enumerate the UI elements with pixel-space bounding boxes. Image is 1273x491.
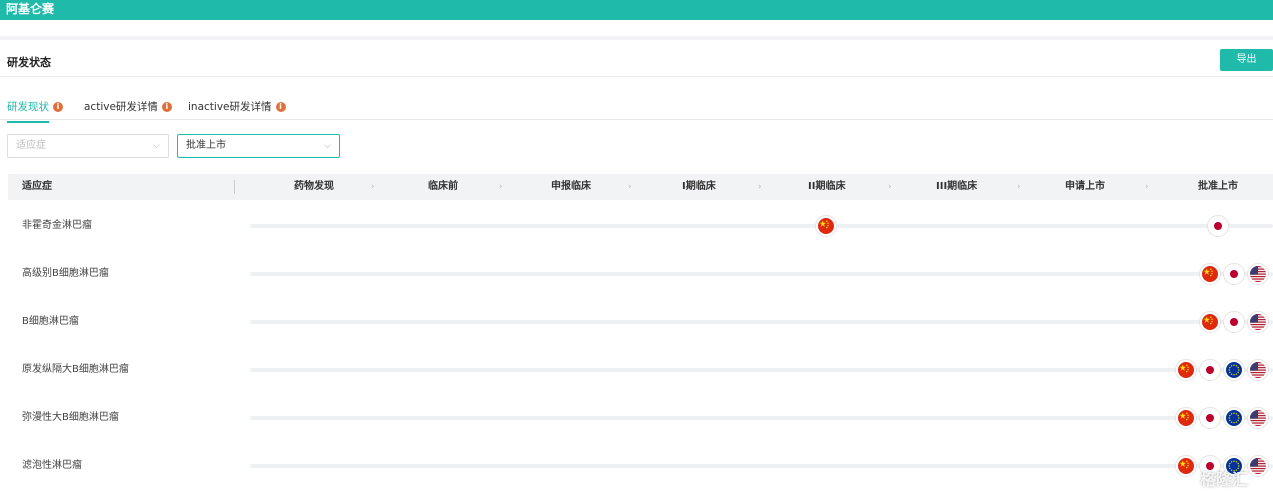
jp-flag-icon[interactable] — [1208, 216, 1228, 236]
chevron-right-icon: › — [758, 182, 762, 192]
indication-select[interactable]: 适应症 ⌵ — [7, 134, 169, 158]
stage-track — [250, 224, 1273, 228]
info-icon[interactable]: i — [275, 101, 286, 112]
us-flag-icon[interactable] — [1248, 408, 1268, 428]
tab-active-details[interactable]: active研发详情 i — [84, 99, 172, 114]
table-row: 非霍奇金淋巴瘤 — [8, 202, 1273, 250]
column-header-stage: I期临床 — [682, 181, 716, 192]
export-button[interactable]: 导出 — [1220, 49, 1273, 71]
indication-label[interactable]: 高级别B细胞淋巴瘤 — [22, 250, 109, 298]
indication-label[interactable]: B细胞淋巴瘤 — [22, 298, 79, 346]
table-row: 高级别B细胞淋巴瘤 — [8, 250, 1273, 298]
chevron-right-icon: › — [371, 182, 375, 192]
stage-select[interactable]: 批准上市 ⌵ — [177, 134, 340, 158]
chevron-down-icon: ⌵ — [153, 141, 160, 151]
stage-track — [250, 368, 1273, 372]
tab-inactive-details[interactable]: inactive研发详情 i — [188, 99, 286, 114]
column-divider — [234, 180, 235, 194]
us-flag-icon[interactable] — [1248, 456, 1268, 476]
stage-track — [250, 416, 1273, 420]
eu-flag-icon[interactable] — [1224, 408, 1244, 428]
app-title: 阿基仑赛 — [6, 2, 55, 16]
stage-track — [250, 272, 1273, 276]
table-row: 原发纵隔大B细胞淋巴瘤 — [8, 346, 1273, 394]
stage-value: 批准上市 — [186, 140, 226, 151]
table-row: 滤泡性淋巴瘤 — [8, 442, 1273, 490]
cn-flag-icon[interactable] — [816, 216, 836, 236]
indication-label[interactable]: 原发纵隔大B细胞淋巴瘤 — [22, 346, 129, 394]
us-flag-icon[interactable] — [1248, 264, 1268, 284]
column-header-stage: 药物发现 — [294, 181, 334, 192]
watermark: 格隆汇 — [1200, 470, 1249, 489]
tab-label: inactive研发详情 — [188, 101, 272, 113]
column-header-stage: 批准上市 — [1198, 181, 1238, 192]
column-header-indication: 适应症 — [22, 181, 52, 192]
chevron-right-icon: › — [888, 182, 892, 192]
chevron-right-icon: › — [1017, 182, 1021, 192]
info-icon[interactable]: i — [161, 101, 172, 112]
pipeline-table-header: 适应症 药物发现 › 临床前 › 申报临床 › I期临床 › II期临床 › I… — [8, 174, 1273, 200]
jp-flag-icon[interactable] — [1224, 264, 1244, 284]
section-header: 研发状态 导出 — [0, 44, 1273, 77]
jp-flag-icon[interactable] — [1200, 408, 1220, 428]
chevron-down-icon: ⌵ — [324, 141, 331, 151]
chevron-right-icon: › — [628, 182, 632, 192]
chevron-right-icon: › — [499, 182, 503, 192]
column-header-stage: 临床前 — [428, 181, 458, 192]
chevron-right-icon: › — [1145, 182, 1149, 192]
table-row: 弥漫性大B细胞淋巴瘤 — [8, 394, 1273, 442]
app-header: 阿基仑赛 — [0, 0, 1273, 20]
tab-label: active研发详情 — [84, 101, 158, 113]
column-header-stage: III期临床 — [936, 181, 978, 192]
indication-placeholder: 适应症 — [16, 140, 46, 151]
stage-track — [250, 464, 1273, 468]
jp-flag-icon[interactable] — [1224, 312, 1244, 332]
eu-flag-icon[interactable] — [1224, 360, 1244, 380]
section-title: 研发状态 — [7, 56, 51, 69]
divider-strip — [0, 36, 1273, 40]
table-row: B细胞淋巴瘤 — [8, 298, 1273, 346]
column-header-stage: II期临床 — [808, 181, 846, 192]
column-header-stage: 申请上市 — [1065, 181, 1105, 192]
cn-flag-icon[interactable] — [1200, 264, 1220, 284]
info-icon[interactable]: i — [53, 101, 63, 112]
cn-flag-icon[interactable] — [1176, 408, 1196, 428]
tab-status[interactable]: 研发现状 i — [7, 99, 63, 123]
header-spacer — [0, 20, 1273, 40]
jp-flag-icon[interactable] — [1200, 360, 1220, 380]
column-header-stage: 申报临床 — [551, 181, 591, 192]
cn-flag-icon[interactable] — [1176, 456, 1196, 476]
us-flag-icon[interactable] — [1248, 360, 1268, 380]
us-flag-icon[interactable] — [1248, 312, 1268, 332]
stage-track — [250, 320, 1273, 324]
indication-label[interactable]: 滤泡性淋巴瘤 — [22, 442, 82, 490]
tab-label: 研发现状 — [7, 101, 49, 113]
cn-flag-icon[interactable] — [1200, 312, 1220, 332]
tab-bar: 研发现状 i active研发详情 i inactive研发详情 i — [0, 96, 1273, 123]
indication-label[interactable]: 非霍奇金淋巴瘤 — [22, 202, 92, 250]
indication-label[interactable]: 弥漫性大B细胞淋巴瘤 — [22, 394, 119, 442]
cn-flag-icon[interactable] — [1176, 360, 1196, 380]
